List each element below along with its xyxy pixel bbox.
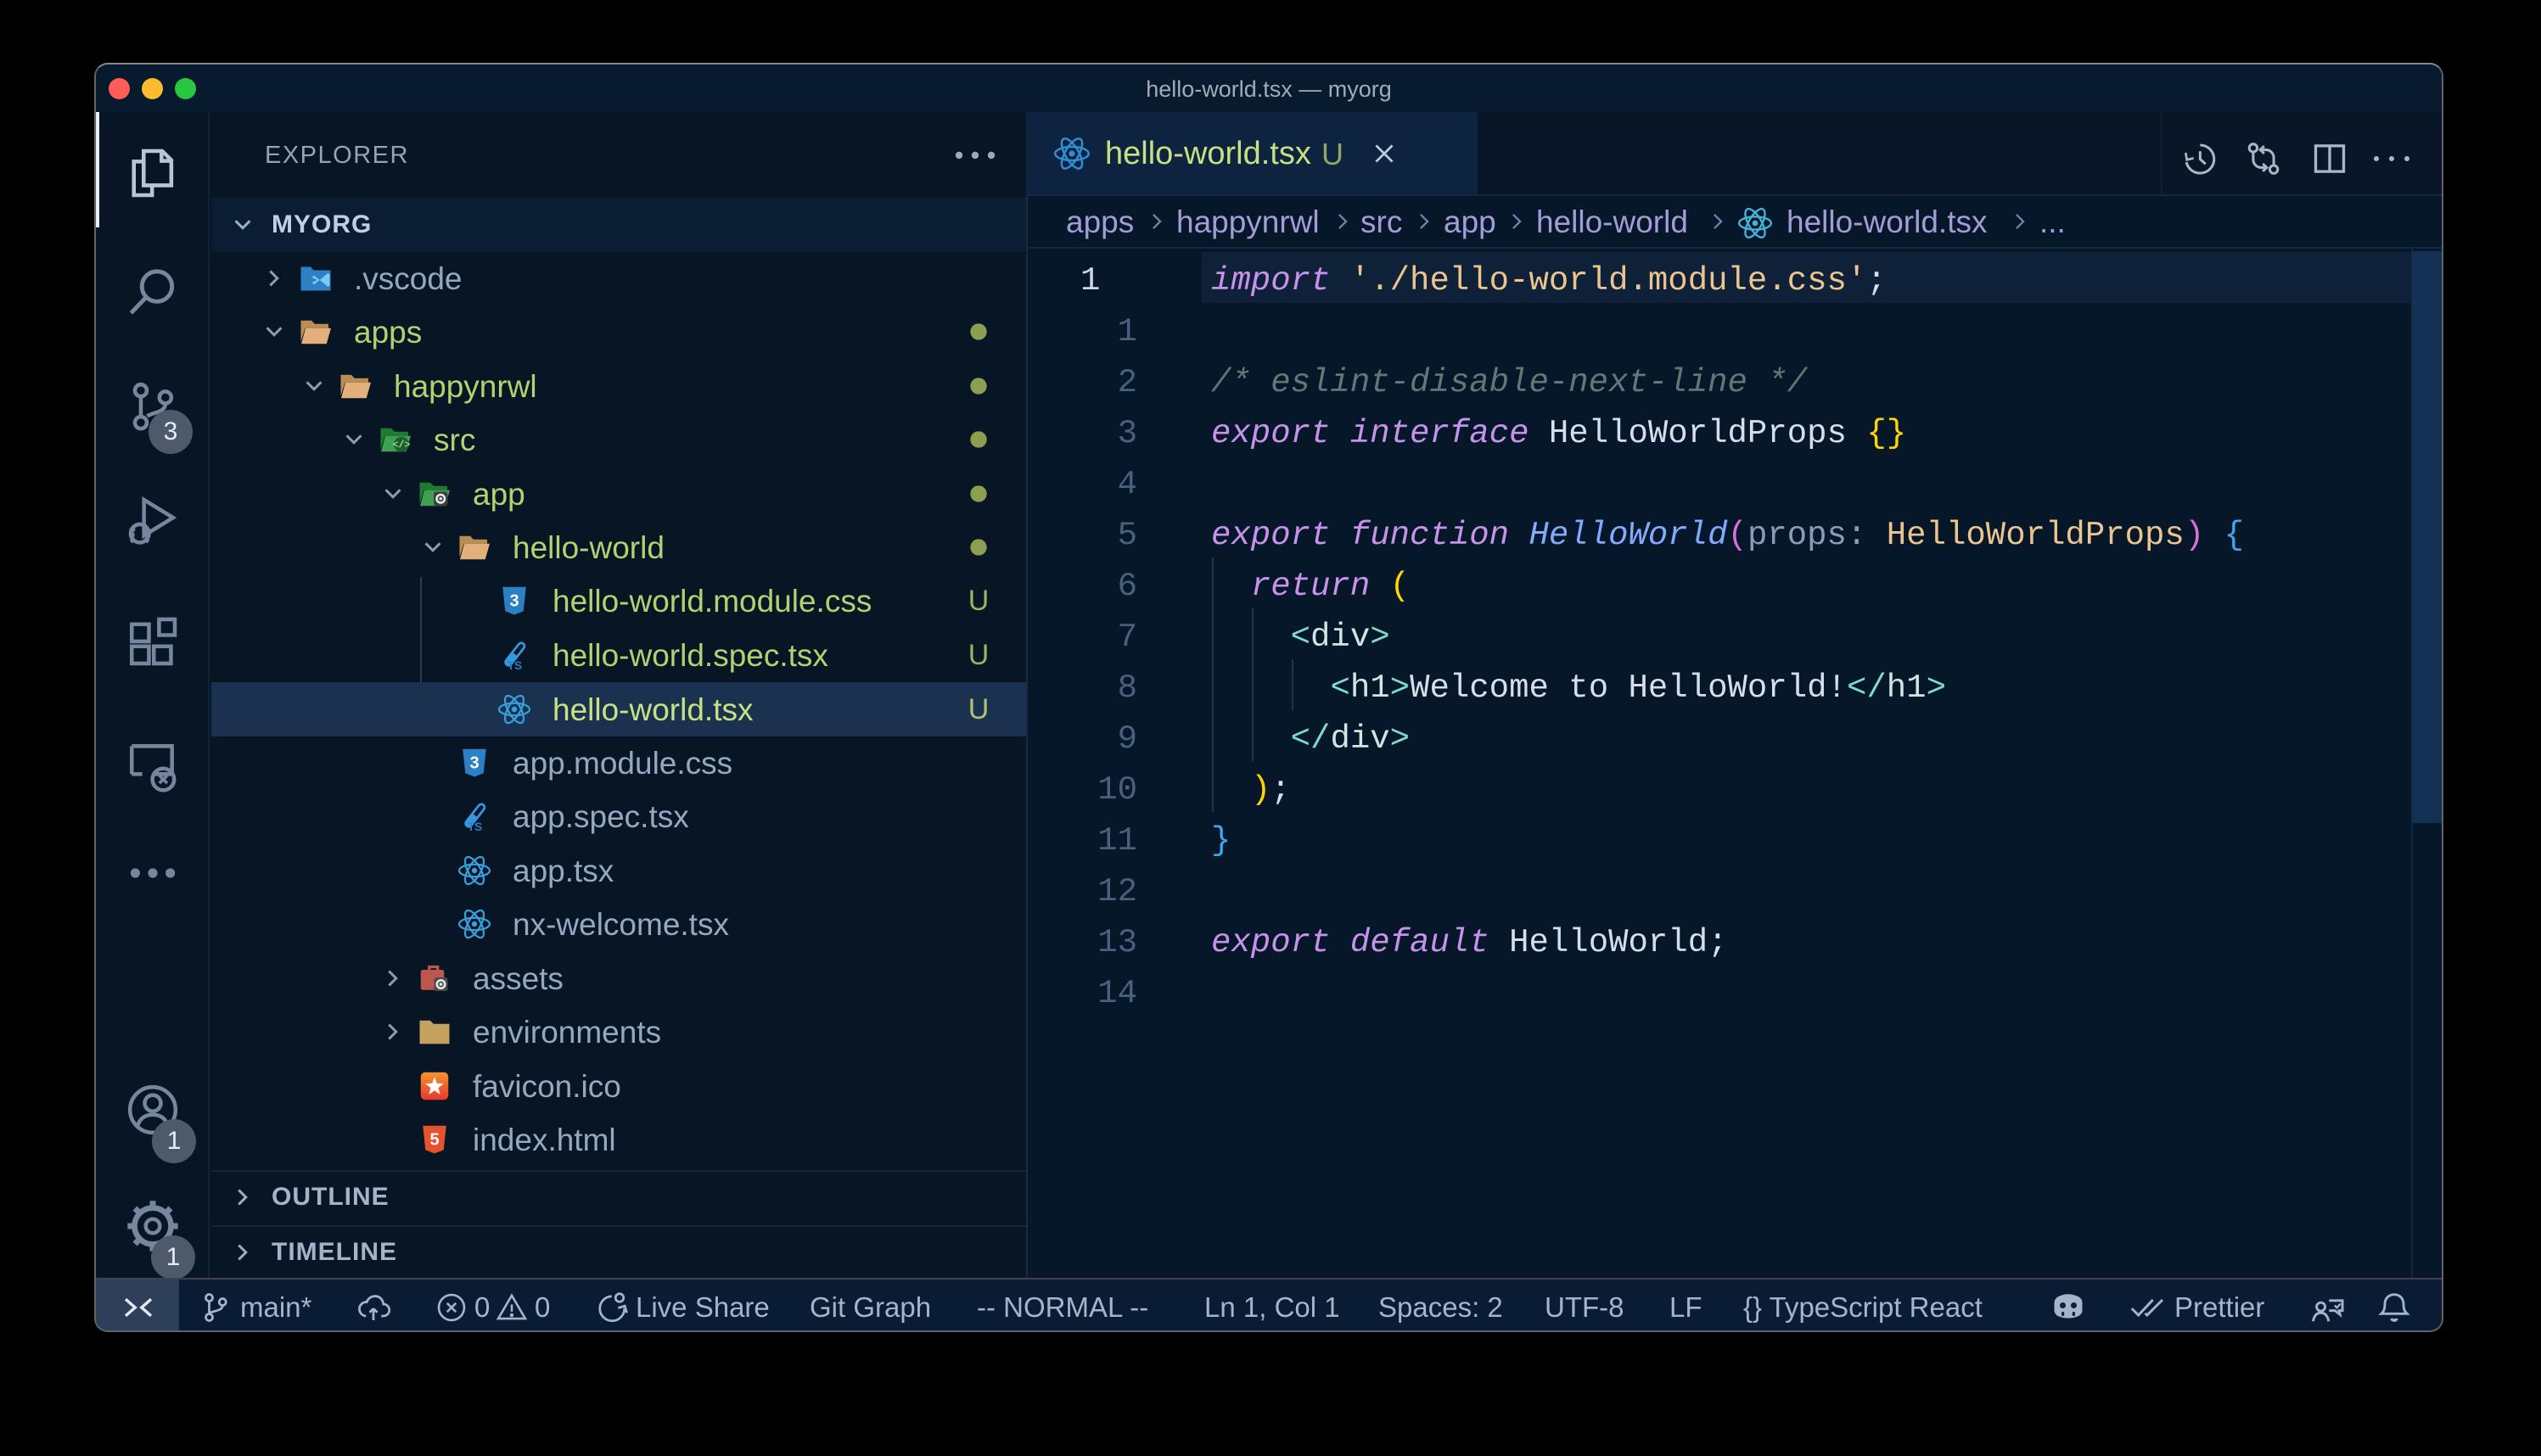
svg-text:</>: </> [393, 440, 411, 451]
svg-text:3: 3 [509, 592, 519, 611]
svg-text:TS: TS [468, 820, 482, 833]
svg-text:3: 3 [469, 754, 479, 773]
svg-text:5: 5 [429, 1131, 439, 1150]
svg-text:TS: TS [508, 659, 522, 672]
